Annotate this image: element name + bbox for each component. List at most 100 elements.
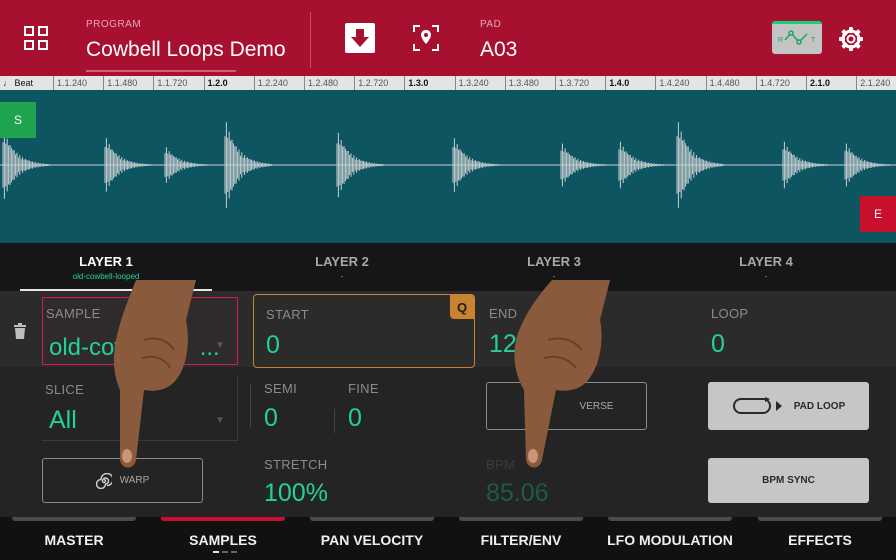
pad-value[interactable]: A03 <box>480 38 517 62</box>
page-dot <box>222 551 228 553</box>
pointing-hand-icon <box>514 280 610 468</box>
rt-routing-button[interactable]: R T <box>772 21 822 54</box>
tab-effects[interactable]: EFFECTS <box>746 517 894 560</box>
fine-value[interactable]: 0 <box>348 404 362 433</box>
locate-pad-icon[interactable] <box>411 23 441 53</box>
layer-name: LAYER 1 <box>79 254 133 269</box>
chevron-down-icon: ▼ <box>215 415 225 426</box>
bottom-nav: MASTER SAMPLES PAN VELOCITY FILTER/ENV L… <box>0 517 896 560</box>
timeline-tick: 1.4.240 <box>655 76 690 90</box>
beat-label-text: Beat <box>14 78 34 88</box>
trash-icon[interactable] <box>13 323 27 339</box>
start-marker[interactable]: S <box>0 102 36 138</box>
timeline-tick: 1.3.240 <box>454 76 489 90</box>
tab-label: PAN VELOCITY <box>320 532 424 548</box>
settings-gear-icon[interactable] <box>838 26 864 52</box>
tab-label: FILTER/ENV <box>480 532 562 548</box>
program-label: PROGRAM <box>86 19 142 30</box>
layer-name: LAYER 4 <box>739 254 793 269</box>
timeline-tick: 1.1.480 <box>103 76 138 90</box>
tab-indicator <box>608 517 732 521</box>
sample-label: SAMPLE <box>46 306 101 321</box>
warp-label: WARP <box>119 475 150 486</box>
pad-label: PAD <box>480 19 502 30</box>
tab-indicator <box>758 517 882 521</box>
tab-master[interactable]: MASTER <box>0 517 148 560</box>
waveform-graphic <box>0 122 896 208</box>
pad-loop-button[interactable]: PAD LOOP <box>708 382 869 430</box>
quantize-badge[interactable]: Q <box>450 295 474 319</box>
rt-letter-t: T <box>811 37 816 44</box>
timeline-tick: 1.2.720 <box>354 76 389 90</box>
slice-value: All <box>49 406 77 434</box>
tab-label: MASTER <box>44 532 104 548</box>
waveform-display[interactable]: S E <box>0 90 896 243</box>
loop-arrow-icon <box>732 397 782 414</box>
tab-label: SAMPLES <box>189 532 257 548</box>
timeline-tick: 2.1.240 <box>856 76 891 90</box>
layer-name: LAYER 3 <box>527 254 581 269</box>
tab-indicator <box>310 517 434 521</box>
tab-indicator <box>12 517 136 521</box>
warp-spiral-icon <box>95 472 112 489</box>
tab-label: LFO MODULATION <box>607 532 733 548</box>
tab-samples[interactable]: SAMPLES <box>149 517 297 560</box>
tab-layer-2[interactable]: LAYER 2 - <box>236 243 448 291</box>
tab-lfo-modulation[interactable]: LFO MODULATION <box>596 517 744 560</box>
stretch-label: STRETCH <box>264 457 328 472</box>
bpm-sync-button[interactable]: BPM SYNC <box>708 458 869 503</box>
bpm-value: 85.06 <box>486 479 549 507</box>
layer-sample: - <box>340 272 344 281</box>
timeline-tick: 1.3.0 <box>404 76 429 90</box>
timeline-tick: 1.4.720 <box>755 76 790 90</box>
start-value: 0 <box>266 331 280 359</box>
routing-icon: R T <box>778 30 816 45</box>
loop-label: LOOP <box>711 306 749 321</box>
divider <box>334 409 335 433</box>
download-icon[interactable] <box>344 22 376 54</box>
timeline-tick: 1.1.240 <box>52 76 88 90</box>
end-marker[interactable]: E <box>860 196 896 232</box>
layer-sample: - <box>764 272 768 281</box>
program-name[interactable]: Cowbell Loops Demo <box>86 38 286 62</box>
tab-filter-env[interactable]: FILTER/ENV <box>447 517 595 560</box>
slice-label: SLICE <box>45 382 85 397</box>
timeline-tick: 1.4.480 <box>705 76 740 90</box>
tab-label: EFFECTS <box>788 532 852 548</box>
stretch-value[interactable]: 100% <box>264 479 328 508</box>
timeline-ruler[interactable]: ♩ Beat 1.1.240 1.1.480 1.1.720 1.2.0 1.2.240… <box>0 76 896 90</box>
header-bar: PROGRAM Cowbell Loops Demo PAD A03 R T <box>0 0 896 76</box>
rt-letter-r: R <box>778 37 783 44</box>
timeline-tick: 1.2.0 <box>203 76 228 90</box>
timeline-tick: 1.4.0 <box>605 76 630 90</box>
timeline-tick: 1.3.720 <box>554 76 590 90</box>
program-underline <box>86 70 236 72</box>
header-divider <box>310 12 311 68</box>
pointing-hand-icon <box>113 280 196 468</box>
semi-value[interactable]: 0 <box>264 404 278 433</box>
timeline-tick: 1.3.480 <box>504 76 539 90</box>
timeline-tick: 2.1.0 <box>805 76 831 90</box>
page-dot <box>213 551 219 553</box>
fine-label: FINE <box>348 381 379 396</box>
beat-label: ♩ Beat <box>3 78 34 88</box>
start-field[interactable]: START 0 Q <box>253 294 475 368</box>
bpm-sync-label: BPM SYNC <box>762 475 815 486</box>
tab-indicator <box>161 517 285 521</box>
timeline-tick: 1.2.480 <box>303 76 339 90</box>
timeline-tick: 1.2.240 <box>253 76 288 90</box>
tab-indicator <box>459 517 583 521</box>
start-label: START <box>266 307 309 322</box>
semi-label: SEMI <box>264 381 297 396</box>
layer-name: LAYER 2 <box>315 254 369 269</box>
chevron-down-icon: ▼ <box>215 340 225 351</box>
pad-loop-label: PAD LOOP <box>793 400 846 412</box>
loop-value[interactable]: 0 <box>711 330 725 359</box>
grid-menu-icon[interactable] <box>24 26 48 50</box>
divider <box>250 383 251 427</box>
page-indicator <box>213 551 237 553</box>
tab-pan-velocity[interactable]: PAN VELOCITY <box>298 517 446 560</box>
page-dot <box>231 551 237 553</box>
tab-layer-4[interactable]: LAYER 4 - <box>660 243 872 291</box>
timeline-tick: 1.1.720 <box>153 76 188 90</box>
